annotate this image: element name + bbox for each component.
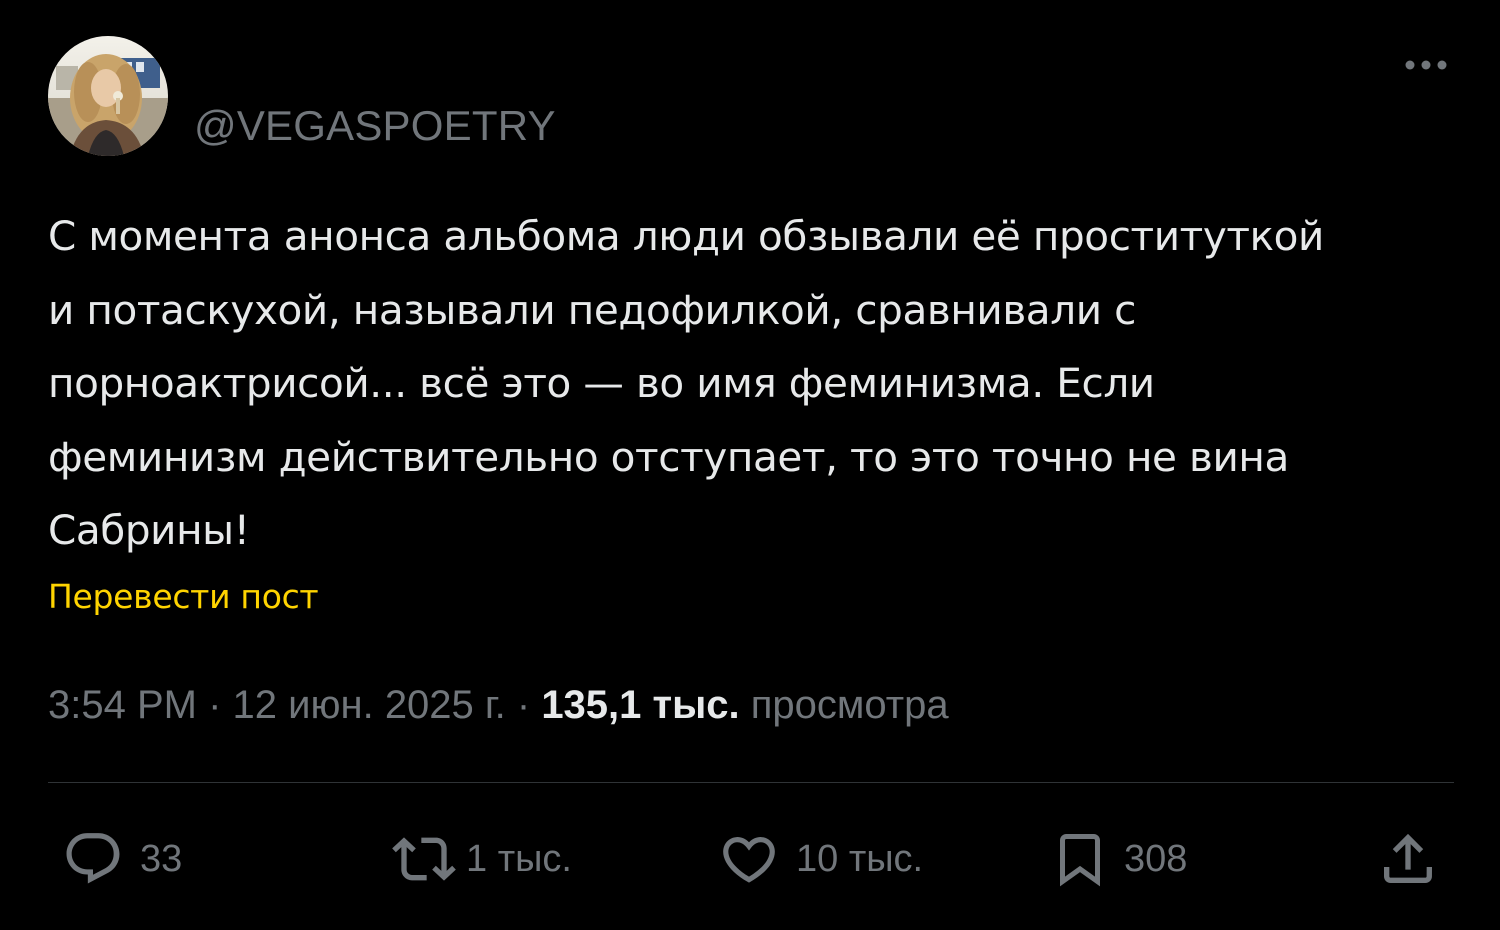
post-text: С момента анонса альбома люди обзывали е…: [48, 200, 1458, 568]
post-text-line: и потаскухой, называли педофилкой, сравн…: [48, 285, 1136, 334]
heart-icon: [718, 828, 780, 890]
meta-separator: ·: [516, 683, 531, 727]
views-label: просмотра: [750, 683, 949, 727]
repost-count: 1 тыс.: [466, 838, 572, 880]
meta-separator: ·: [208, 683, 222, 727]
bookmark-button[interactable]: 308: [1050, 824, 1187, 894]
post-text-line: феминизм действительно отступает, то это…: [48, 432, 1289, 481]
share-icon: [1376, 827, 1440, 891]
reply-button[interactable]: 33: [62, 824, 182, 894]
reply-icon: [62, 828, 124, 890]
views-count[interactable]: 135,1 тыс.: [541, 683, 739, 727]
reply-count: 33: [140, 838, 183, 880]
share-button[interactable]: [1376, 824, 1440, 894]
post-text-line: С момента анонса альбома люди обзывали е…: [48, 212, 1324, 260]
repost-icon: [392, 827, 456, 891]
post-date[interactable]: 12 июн. 2025 г.: [233, 683, 506, 727]
bookmark-icon: [1050, 826, 1110, 892]
avatar[interactable]: [48, 36, 168, 156]
like-count: 10 тыс.: [796, 838, 924, 880]
tweet: @VEGASPOETRY С момента анонса альбома лю…: [0, 0, 1500, 930]
bookmark-count: 308: [1124, 838, 1188, 880]
post-time[interactable]: 3:54 PM: [48, 683, 197, 727]
user-handle[interactable]: @VEGASPOETRY: [194, 100, 556, 152]
like-button[interactable]: 10 тыс.: [718, 824, 923, 894]
action-bar: 33 1 тыс. 10 тыс. 308: [0, 824, 1500, 894]
divider: [48, 782, 1454, 783]
post-meta: 3:54 PM · 12 июн. 2025 г. · 135,1 тыс. п…: [48, 680, 949, 730]
translate-post-link[interactable]: Перевести пост: [48, 574, 319, 620]
post-text-line: Сабрины!: [48, 506, 250, 554]
post-text-line: порноактрисой... всё это — во имя фемини…: [48, 359, 1155, 407]
repost-button[interactable]: 1 тыс.: [392, 824, 572, 894]
more-options-icon[interactable]: [1396, 48, 1456, 82]
